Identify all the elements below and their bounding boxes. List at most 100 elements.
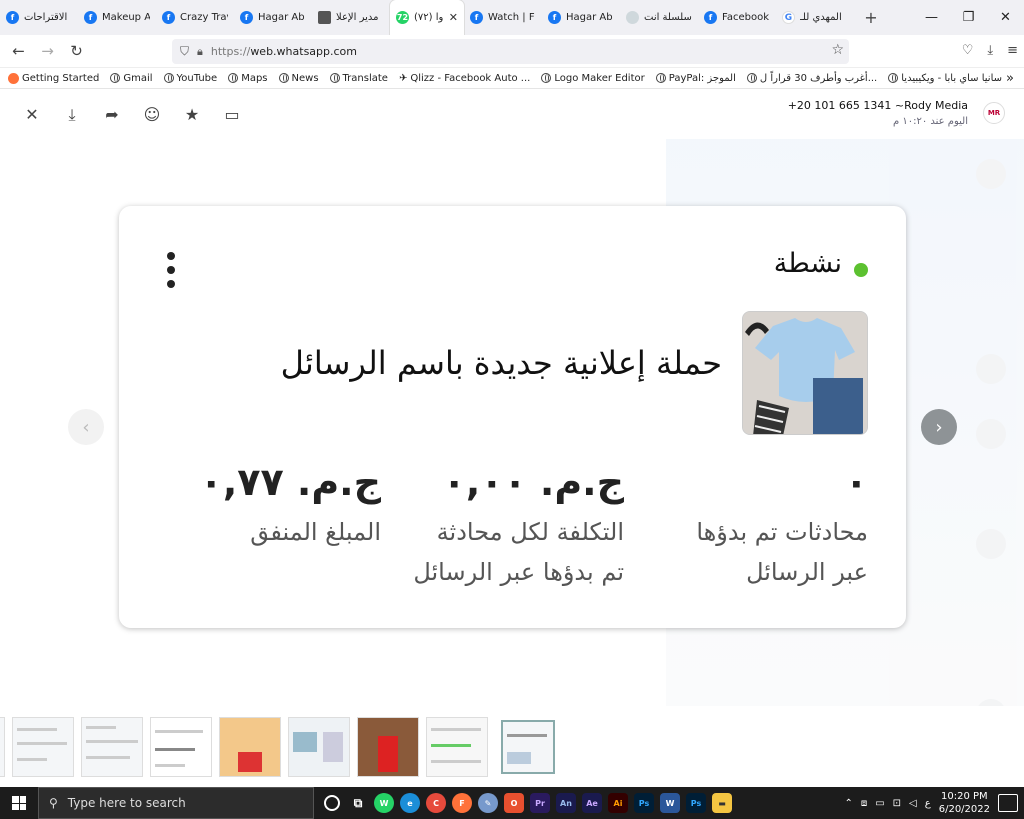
metric-label-line: التكلفة لكل محادثة (436, 518, 624, 546)
task-view-icon[interactable]: ⧉ (348, 793, 368, 813)
network-icon[interactable]: ⊡ (893, 798, 901, 809)
illustrator-icon[interactable]: Ai (608, 793, 628, 813)
bookmark-paypal[interactable]: PayPal: الموجز (655, 73, 736, 84)
media-thumbnail[interactable] (219, 716, 281, 777)
back-icon[interactable]: ← (4, 42, 33, 60)
whatsapp-app-icon[interactable]: W (374, 793, 394, 813)
chevron-up-icon[interactable]: ⌃ (844, 798, 852, 809)
tab-1[interactable]: f Makeup A (78, 0, 156, 35)
more-options-icon[interactable] (167, 252, 175, 288)
metric-label-line: تم بدؤها عبر الرسائل (413, 558, 624, 586)
tab-5-active[interactable]: 72 (٧٢) وا ✕ (390, 0, 464, 35)
download-icon[interactable]: ⤓ (62, 105, 82, 125)
address-bar[interactable]: ⛉ 🔒︎ https://web.whatsapp.com ☆ (172, 39, 849, 64)
bookmark-youtube[interactable]: YouTube (163, 72, 218, 84)
window-controls: — ❐ ✕ (913, 0, 1024, 35)
forward-share-icon[interactable]: ➦ (102, 105, 122, 125)
animate-icon[interactable]: An (556, 793, 576, 813)
file-explorer-icon[interactable]: ▬ (712, 793, 732, 813)
pocket-icon[interactable]: ♡ (962, 43, 974, 58)
clock-time: 10:20 PM (941, 791, 988, 802)
star-icon[interactable]: ★ (182, 105, 202, 125)
media-thumbnail[interactable] (150, 716, 212, 777)
premiere-icon[interactable]: Pr (530, 793, 550, 813)
menu-icon[interactable]: ≡ (1007, 43, 1018, 58)
after-effects-icon[interactable]: Ae (582, 793, 602, 813)
media-thumbnail[interactable] (288, 716, 350, 777)
word-icon[interactable]: W (660, 793, 680, 813)
bookmark-qlizz[interactable]: ✈ Qlizz - Facebook Auto ... (399, 73, 530, 84)
close-tab-icon[interactable]: ✕ (449, 11, 458, 24)
taskbar-search[interactable]: ⚲ Type here to search (38, 787, 314, 819)
close-icon[interactable]: ✕ (22, 105, 42, 125)
cortana-icon[interactable] (324, 795, 340, 811)
bookmark-label: Gmail (123, 72, 153, 84)
forward-icon[interactable]: → (33, 42, 62, 60)
globe-icon (110, 73, 121, 83)
tab-label: Makeup A (102, 12, 150, 23)
bookmark-logo-maker[interactable]: Logo Maker Editor (541, 72, 645, 84)
paint-icon[interactable]: ✎ (478, 793, 498, 813)
previous-media-button[interactable]: ‹ (68, 409, 104, 445)
go-to-message-icon[interactable]: ▭ (222, 105, 242, 125)
taskbar-clock[interactable]: 10:20 PM 6/20/2022 (939, 790, 990, 816)
bookmark-weird-laws[interactable]: أغرب وأطرف 30 قراراً ل... (746, 73, 877, 84)
bookmark-label: Getting Started (22, 72, 100, 84)
chrome-icon[interactable]: C (426, 793, 446, 813)
media-thumbnail[interactable] (81, 716, 143, 777)
media-thumbnail[interactable] (357, 716, 419, 777)
volume-icon[interactable]: ◁ (909, 798, 917, 809)
photoshop-alt-icon[interactable]: Ps (686, 793, 706, 813)
meet-now-icon[interactable]: ⧈ (861, 798, 867, 809)
close-window-icon[interactable]: ✕ (987, 0, 1024, 35)
facebook-icon: f (470, 11, 483, 24)
firefox-app-icon[interactable]: F (452, 793, 472, 813)
campaign-status: نشطة (773, 248, 842, 279)
media-thumbnail[interactable] (0, 716, 5, 777)
tab-4[interactable]: مدير الإعلا (312, 0, 390, 35)
next-media-button[interactable]: › (921, 409, 957, 445)
metric-label: التكلفة لكل محادثة تم بدؤها عبر الرسائل (413, 512, 624, 592)
office-icon[interactable]: O (504, 793, 524, 813)
reload-icon[interactable]: ↻ (62, 42, 91, 60)
tab-6[interactable]: f Watch | F (464, 0, 542, 35)
bookmark-label: YouTube (176, 72, 218, 84)
bookmark-wikipedia[interactable]: سانيا ساي بابا - ويكيبيديا (888, 73, 1002, 84)
tab-10[interactable]: G المهدي للـ (776, 0, 854, 35)
tab-0[interactable]: f الاقتراحات (0, 0, 78, 35)
tab-2[interactable]: f Crazy Trav (156, 0, 234, 35)
bookmark-translate[interactable]: Translate (329, 73, 388, 84)
battery-icon[interactable]: ▭ (875, 798, 884, 809)
tab-8[interactable]: سلسلة انت (620, 0, 698, 35)
facebook-icon: f (548, 11, 561, 24)
message-timestamp: اليوم عند ١٠:٢٠ م (892, 116, 968, 127)
emoji-react-icon[interactable]: ☺ (142, 105, 162, 125)
input-language[interactable]: ع (925, 798, 931, 809)
ghost-avatar (976, 419, 1006, 449)
notification-center-icon[interactable] (998, 794, 1018, 812)
shield-icon: ⛉ (180, 44, 190, 58)
restore-icon[interactable]: ❐ (950, 0, 987, 35)
tab-7[interactable]: f Hagar Ab (542, 0, 620, 35)
facebook-icon: f (162, 11, 175, 24)
bookmark-news[interactable]: News (278, 73, 319, 84)
downloads-icon[interactable]: ⤓ (987, 43, 993, 58)
new-tab-button[interactable]: + (854, 8, 888, 27)
bookmark-label: Logo Maker Editor (554, 72, 645, 84)
photoshop-icon[interactable]: Ps (634, 793, 654, 813)
media-thumbnail[interactable] (12, 716, 74, 777)
metric-label-line: المبلغ المنفق (250, 518, 381, 546)
tab-3[interactable]: f Hagar Ab (234, 0, 312, 35)
edge-icon[interactable]: e (400, 793, 420, 813)
bookmark-star-icon[interactable]: ☆ (831, 42, 844, 58)
tab-label: الاقتراحات (24, 12, 68, 23)
media-thumbnail[interactable] (426, 716, 488, 777)
bookmark-getting-started[interactable]: Getting Started (8, 72, 100, 84)
tab-9[interactable]: f Facebook (698, 0, 776, 35)
start-button[interactable] (0, 787, 38, 819)
bookmark-maps[interactable]: Maps (228, 73, 268, 84)
bookmark-gmail[interactable]: Gmail (110, 72, 153, 84)
minimize-icon[interactable]: — (913, 0, 950, 35)
media-thumbnail-selected[interactable] (501, 719, 555, 774)
more-bookmarks-icon[interactable]: » (1006, 71, 1014, 86)
